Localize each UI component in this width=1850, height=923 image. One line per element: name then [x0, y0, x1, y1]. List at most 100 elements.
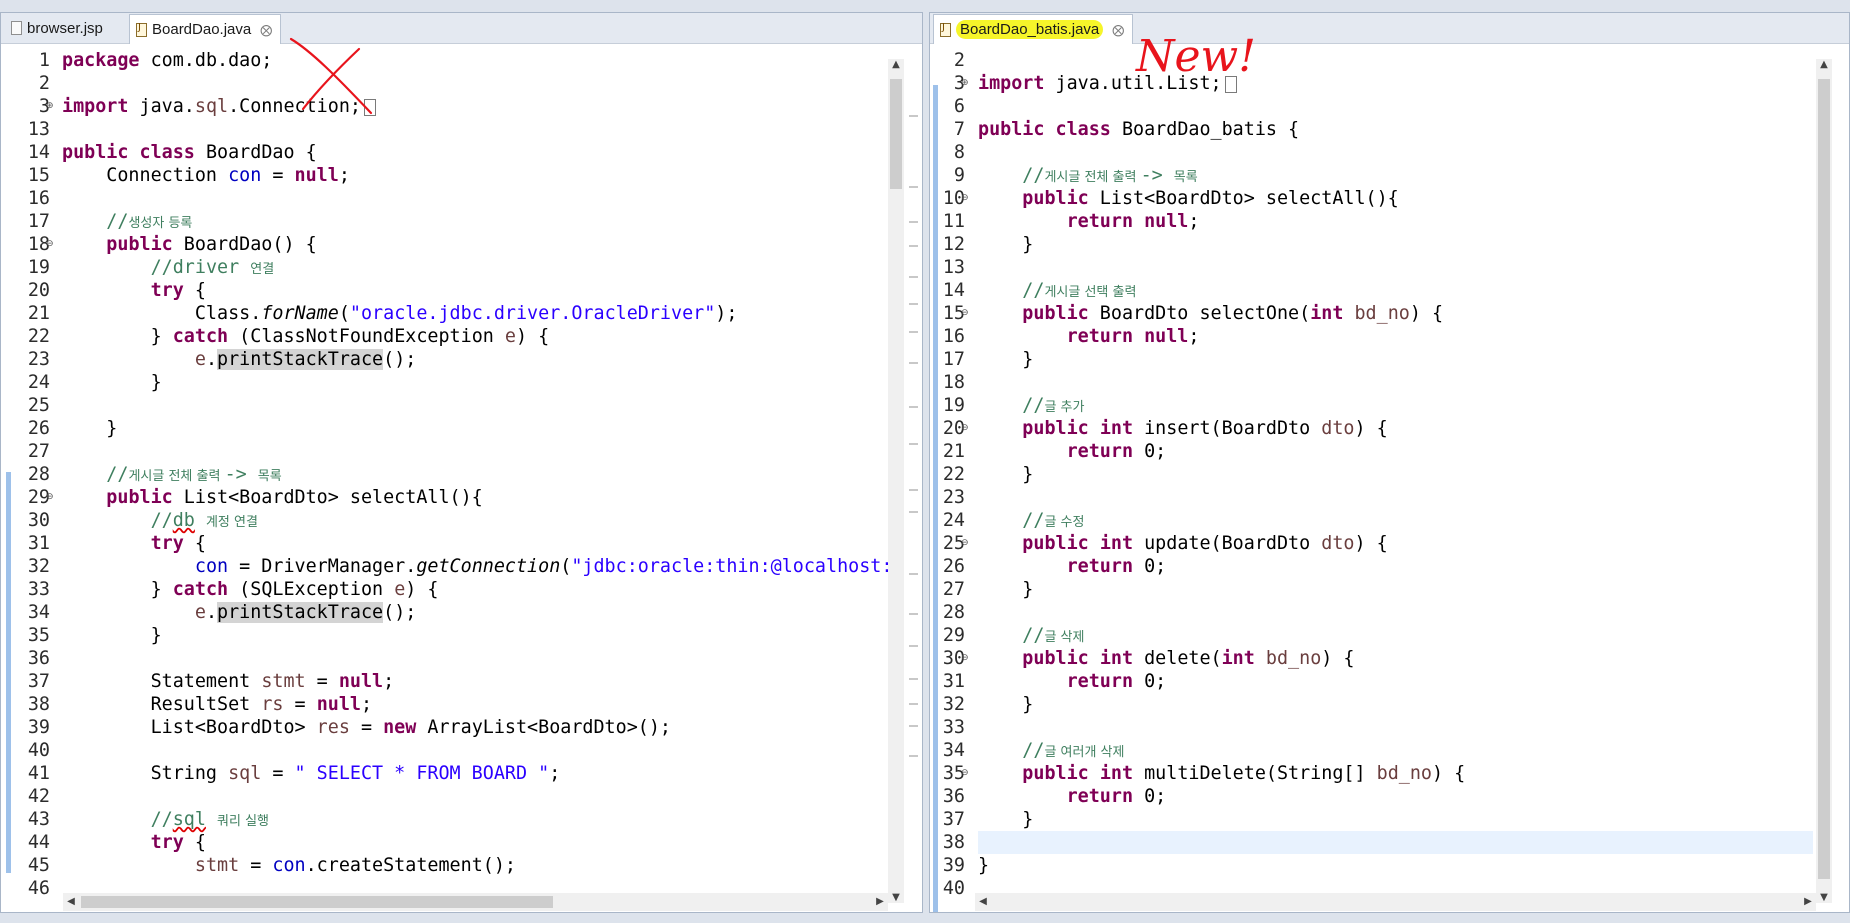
- line-number: 24: [27, 372, 50, 393]
- scroll-left-icon[interactable]: ◀: [63, 896, 79, 907]
- java-file-icon: [136, 22, 147, 37]
- code-line: }: [978, 809, 1034, 830]
- overview-mark[interactable]: [909, 511, 918, 513]
- code-line: import java.util.List;: [978, 72, 1237, 95]
- overview-mark[interactable]: [909, 276, 918, 278]
- scroll-thumb[interactable]: [1818, 79, 1830, 879]
- fold-collapse-icon[interactable]: ⊖: [961, 417, 969, 440]
- code-line: return 0;: [1066, 441, 1167, 462]
- code-line: } catch (ClassNotFoundException e) {: [62, 326, 550, 347]
- right-code-editor[interactable]: 2 3 ⊕ import java.util.List; 6 7 public class …: [930, 43, 1849, 912]
- left-tab-bar: browser.jsp BoardDao.java ⨂: [1, 13, 922, 44]
- fold-collapse-icon[interactable]: ⊖: [961, 532, 969, 555]
- overview-mark[interactable]: [909, 186, 918, 188]
- line-number: 20: [27, 280, 50, 301]
- line-number: 19: [27, 257, 50, 278]
- line-number: 26: [27, 418, 50, 439]
- jsp-file-icon: [11, 21, 22, 35]
- code-line: //db 계정 연결: [150, 510, 258, 531]
- line-number: 22: [27, 326, 50, 347]
- code-line: //게시글 전체 출력 -> 목록: [1022, 165, 1198, 186]
- overview-mark[interactable]: [909, 221, 918, 223]
- fold-collapse-icon[interactable]: ⊖: [961, 302, 969, 325]
- code-line: public int update(BoardDto dto) {: [1022, 533, 1388, 554]
- code-line: public List<BoardDto> selectAll(){: [1022, 188, 1399, 209]
- code-line: //글 여러개 삭제: [1022, 740, 1125, 761]
- scroll-right-icon[interactable]: ▶: [872, 896, 888, 907]
- scroll-up-icon[interactable]: ▲: [1816, 59, 1832, 70]
- code-line: public class BoardDao {: [62, 142, 317, 163]
- code-line: ResultSet rs = null;: [62, 694, 373, 715]
- tab-boarddao-batis-java[interactable]: BoardDao_batis.java ⨂: [933, 14, 1134, 44]
- code-line: } catch (SQLException e) {: [62, 579, 439, 600]
- java-file-icon: [940, 22, 951, 37]
- tab-boarddao-java[interactable]: BoardDao.java ⨂: [129, 14, 282, 44]
- code-line: return 0;: [1066, 671, 1167, 692]
- overview-mark[interactable]: [909, 303, 918, 305]
- code-line: }: [978, 234, 1034, 255]
- scroll-right-icon[interactable]: ▶: [1800, 896, 1816, 907]
- close-tab-icon[interactable]: ⨂: [1112, 23, 1124, 37]
- left-horizontal-scrollbar[interactable]: ◀ ▶: [63, 893, 888, 911]
- fold-collapse-icon[interactable]: ⊖: [961, 762, 969, 785]
- code-line: }: [978, 855, 990, 876]
- code-line: return null;: [1066, 211, 1200, 232]
- code-line: public int insert(BoardDto dto) {: [1022, 418, 1388, 439]
- scroll-down-icon[interactable]: ▼: [1816, 892, 1832, 903]
- overview-mark[interactable]: [909, 703, 918, 705]
- right-vertical-scrollbar[interactable]: ▲ ▼: [1816, 59, 1832, 903]
- code-line: public BoardDto selectOne(int bd_no) {: [1022, 303, 1444, 324]
- line-number: 25: [27, 395, 50, 416]
- change-ruler: [6, 472, 11, 873]
- overview-mark[interactable]: [909, 489, 918, 491]
- code-line: }: [62, 625, 162, 646]
- tab-label: browser.jsp: [27, 19, 103, 37]
- folded-imports-marker[interactable]: [1224, 75, 1237, 93]
- code-line: //글 삭제: [1022, 625, 1085, 646]
- overview-mark[interactable]: [909, 645, 918, 647]
- overview-mark[interactable]: [909, 443, 918, 445]
- code-line: return null;: [1066, 326, 1200, 347]
- overview-mark[interactable]: [909, 573, 918, 575]
- line-number: 17: [27, 211, 50, 232]
- code-line: e.printStackTrace();: [194, 602, 417, 623]
- overview-mark[interactable]: [909, 406, 918, 408]
- overview-mark[interactable]: [909, 755, 918, 757]
- overview-mark[interactable]: [909, 362, 918, 364]
- right-horizontal-scrollbar[interactable]: ◀ ▶: [975, 893, 1816, 911]
- scroll-up-icon[interactable]: ▲: [888, 59, 904, 70]
- left-code-editor[interactable]: 1 package com.db.dao; 2 3 ⊕ import java.sql.C…: [1, 43, 922, 912]
- code-line: public int delete(int bd_no) {: [1022, 648, 1355, 669]
- close-tab-icon[interactable]: ⨂: [260, 23, 272, 37]
- scroll-thumb[interactable]: [890, 79, 902, 189]
- fold-collapse-icon[interactable]: ⊖: [46, 233, 54, 256]
- fold-collapse-icon[interactable]: ⊖: [46, 486, 54, 509]
- line-number: 21: [27, 303, 50, 324]
- overview-mark[interactable]: [909, 613, 918, 615]
- scroll-thumb[interactable]: [81, 896, 553, 908]
- code-line: return 0;: [1066, 556, 1167, 577]
- line-number: 15: [27, 165, 50, 186]
- overview-mark[interactable]: [909, 245, 918, 247]
- overview-mark[interactable]: [909, 115, 918, 117]
- code-line: }: [978, 579, 1034, 600]
- fold-expand-icon[interactable]: ⊕: [961, 72, 969, 95]
- code-line: //생성자 등록: [106, 211, 193, 232]
- code-line: //게시글 선택 출력: [1022, 280, 1137, 301]
- code-line: try {: [150, 533, 206, 554]
- fold-expand-icon[interactable]: ⊕: [46, 95, 54, 118]
- code-line: }: [978, 349, 1034, 370]
- overview-mark[interactable]: [909, 678, 918, 680]
- overview-mark[interactable]: [909, 725, 918, 727]
- code-line: //sql 쿼리 실행: [150, 809, 270, 830]
- fold-collapse-icon[interactable]: ⊖: [961, 647, 969, 670]
- code-line: //글 추가: [1022, 395, 1085, 416]
- scroll-down-icon[interactable]: ▼: [888, 892, 904, 903]
- overview-mark[interactable]: [909, 331, 918, 333]
- folded-imports-marker[interactable]: [363, 98, 376, 116]
- line-number: 14: [27, 142, 50, 163]
- scroll-left-icon[interactable]: ◀: [975, 896, 991, 907]
- fold-collapse-icon[interactable]: ⊖: [961, 187, 969, 210]
- left-vertical-scrollbar[interactable]: ▲ ▼: [888, 59, 904, 903]
- tab-browser-jsp[interactable]: browser.jsp: [5, 14, 111, 42]
